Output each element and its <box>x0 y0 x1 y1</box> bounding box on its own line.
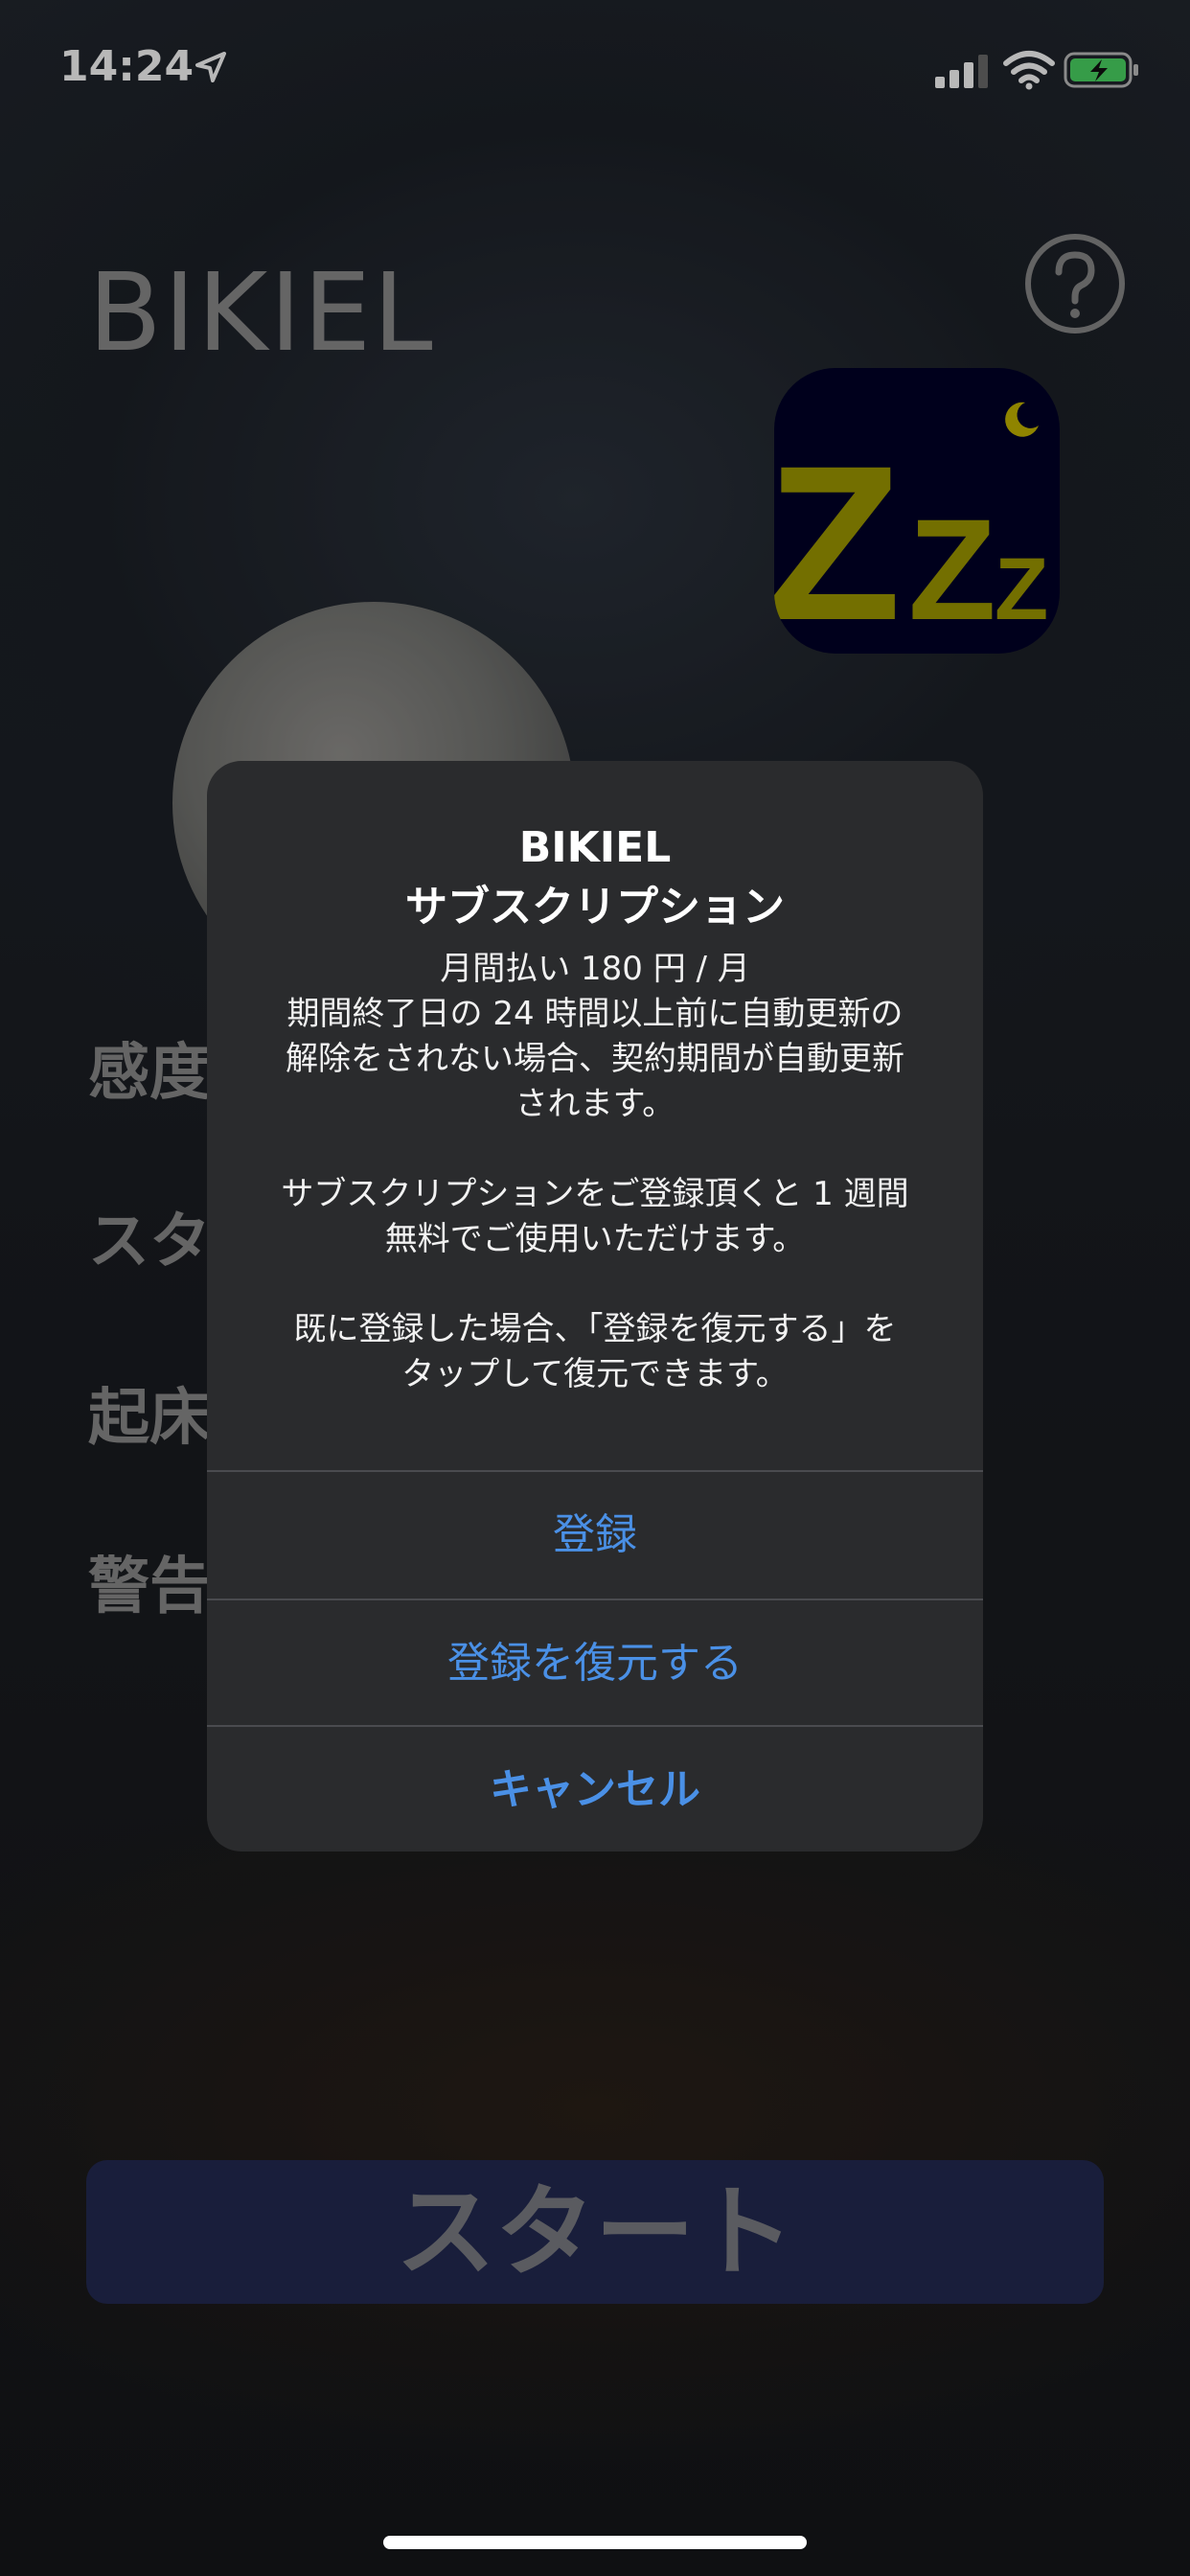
subscription-alert: BIKIEL サブスクリプション 月間払い 180 円 / 月 期間終了日の 2… <box>207 761 983 1852</box>
alert-message-spacer <box>236 1127 954 1172</box>
alert-title-app: BIKIEL <box>518 823 672 872</box>
alert-message-line: タップして復元できます。 <box>401 1355 789 1393</box>
home-indicator[interactable] <box>383 2536 807 2549</box>
alert-title-subscription: サブスクリプション <box>405 883 785 932</box>
alert-message-line: 期間終了日の 24 時間以上前に自動更新の <box>286 995 904 1033</box>
alert-message-line: サブスクリプションをご登録頂くと 1 週間 <box>281 1175 909 1213</box>
alert-title: BIKIEL サブスクリプション <box>207 818 983 937</box>
alert-message: 月間払い 180 円 / 月 期間終了日の 24 時間以上前に自動更新の 解除を… <box>207 947 983 1397</box>
subscribe-button[interactable]: 登録 <box>207 1470 983 1598</box>
alert-message-line: 解除をされない場合、契約期間が自動更新 <box>286 1040 904 1078</box>
alert-message-spacer <box>236 1262 954 1307</box>
alert-message-line: 月間払い 180 円 / 月 <box>440 950 750 988</box>
alert-message-line: されます。 <box>515 1085 675 1123</box>
alert-message-line: 既に登録した場合、「登録を復元する」を <box>293 1310 897 1348</box>
restore-subscription-button[interactable]: 登録を復元する <box>207 1598 983 1727</box>
cancel-button[interactable]: キャンセル <box>207 1725 983 1852</box>
alert-message-line: 無料でご使用いただけます。 <box>384 1220 806 1258</box>
